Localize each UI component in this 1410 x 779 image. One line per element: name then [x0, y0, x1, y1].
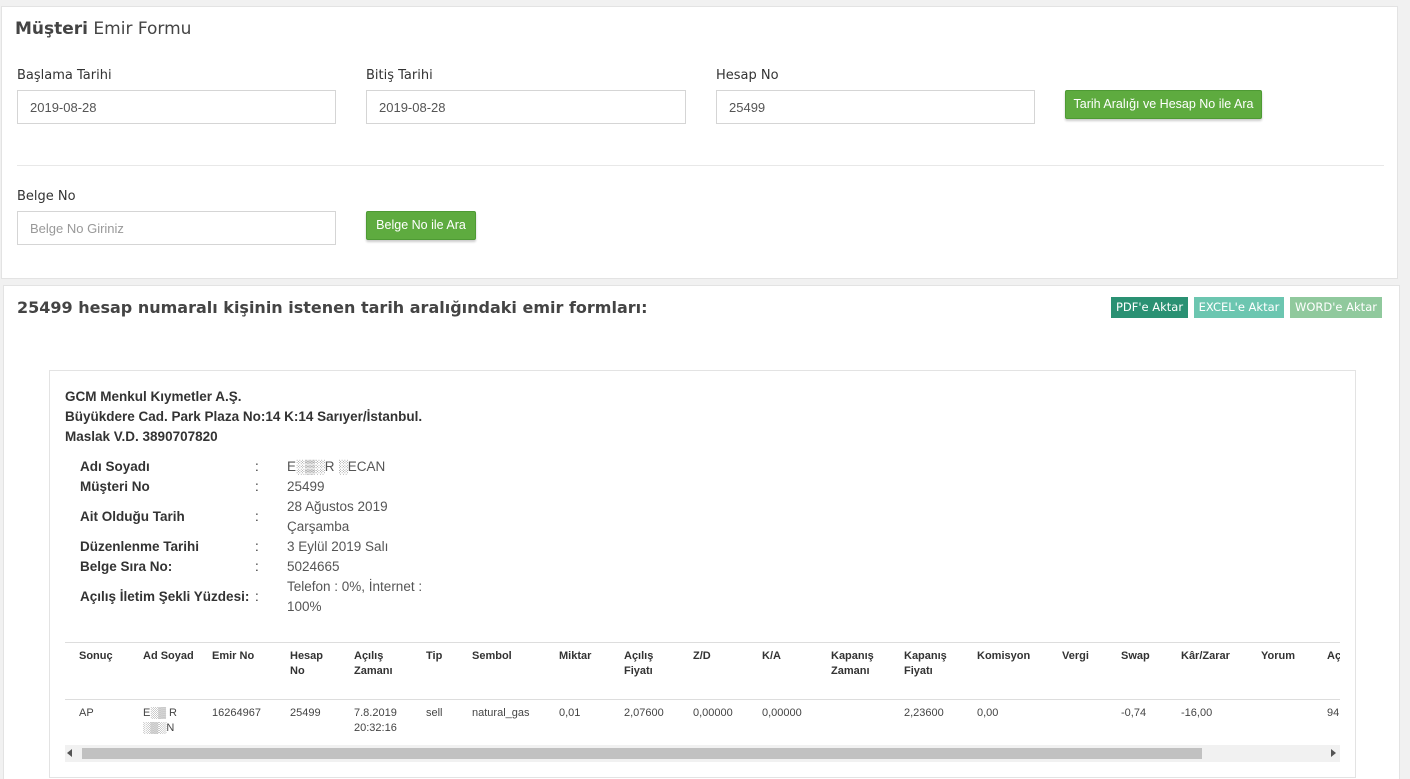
col-header: Hesap No — [276, 642, 340, 700]
end-date-input[interactable] — [366, 90, 686, 124]
order-form-document: GCM Menkul Kıymetler A.Ş. Büyükdere Cad.… — [49, 370, 1356, 778]
export-excel-button[interactable]: EXCEL'e Aktar — [1194, 297, 1284, 318]
col-header: K/A — [748, 642, 817, 700]
table-cell — [1048, 700, 1107, 744]
company-tax-office: Maslak V.D. 3890707820 — [65, 429, 218, 444]
scroll-right-arrow-icon[interactable] — [1331, 749, 1336, 757]
table-cell: 0,00 — [977, 707, 999, 719]
col-header: Kâr/Zarar — [1167, 642, 1247, 700]
table-cell: -16,00 — [1181, 707, 1213, 719]
col-header: Açılış Fiyatı — [610, 642, 679, 700]
table-cell: sell — [426, 707, 443, 719]
start-date-input[interactable] — [17, 90, 336, 124]
customer-no-value: 25499 — [287, 479, 325, 494]
table-cell: 25499 — [290, 707, 321, 719]
table-cell: 0,01 — [559, 707, 581, 719]
table-cell: 2,07600 — [624, 707, 664, 719]
date-value: 28 Ağustos 2019 Çarşamba — [287, 499, 388, 534]
table-cell — [1247, 700, 1313, 744]
results-title: 25499 hesap numaralı kişinin istenen tar… — [17, 298, 648, 317]
col-header: Komisyon — [963, 642, 1048, 700]
account-no-label: Hesap No — [716, 68, 779, 83]
info-row: Adı Soyadı: E░▒░R ░ECAN — [80, 457, 437, 477]
table-cell: AP — [79, 707, 94, 719]
info-row: Ait Olduğu Tarih:28 Ağustos 2019 Çarşamb… — [80, 497, 437, 537]
col-header: Tip — [412, 642, 458, 700]
doc-seq-value: 5024665 — [287, 559, 340, 574]
table-cell: natural_gas — [472, 707, 530, 719]
col-header: Açılış Zamanı — [340, 642, 412, 700]
form-divider — [17, 165, 1384, 166]
results-panel: 25499 hesap numaralı kişinin istenen tar… — [3, 285, 1400, 779]
info-row: Belge Sıra No::5024665 — [80, 557, 437, 577]
table-cell: 0,00000 — [693, 707, 733, 719]
table-cell: 16264967 — [212, 707, 261, 719]
col-header: Sembol — [458, 642, 545, 700]
account-no-input[interactable] — [716, 90, 1035, 124]
export-word-button[interactable]: WORD'e Aktar — [1290, 297, 1382, 318]
company-address: Büyükdere Cad. Park Plaza No:14 K:14 Sar… — [65, 409, 423, 424]
customer-name-value: E░▒░R ░ECAN — [287, 459, 386, 474]
table-row: AP E░▒ R ░▒░N 16264967 25499 7.8.2019 20… — [65, 700, 1340, 744]
table-cell: 2,23600 — [904, 707, 944, 719]
col-header: Kapanış Zamanı — [817, 642, 890, 700]
table-cell: 0,00000 — [762, 707, 802, 719]
doc-no-input[interactable] — [17, 211, 336, 245]
company-name: GCM Menkul Kıymetler A.Ş. — [65, 389, 242, 404]
page-title: Müşteri Emir Formu — [15, 19, 192, 39]
search-form-panel: Müşteri Emir Formu Başlama Tarihi Bitiş … — [1, 6, 1398, 279]
table-header-row: Sonuç Ad Soyad Emir No Hesap No Açılış Z… — [65, 642, 1340, 700]
export-pdf-button[interactable]: PDF'e Aktar — [1111, 297, 1188, 318]
col-header: Swap — [1107, 642, 1167, 700]
col-header: Z/D — [679, 642, 748, 700]
end-date-label: Bitiş Tarihi — [366, 68, 433, 83]
col-header: Sonuç — [65, 642, 129, 700]
scroll-thumb[interactable] — [82, 748, 1202, 759]
table-cell — [817, 700, 890, 744]
col-header: Emir No — [198, 642, 276, 700]
start-date-label: Başlama Tarihi — [17, 68, 112, 83]
orders-table: Sonuç Ad Soyad Emir No Hesap No Açılış Z… — [65, 642, 1340, 744]
table-cell: 94 — [1327, 707, 1340, 719]
info-row: Düzenlenme Tarihi:3 Eylül 2019 Salı — [80, 537, 437, 557]
info-row: Açılış İletim Şekli Yüzdesi:: Telefon : 0… — [80, 577, 437, 617]
issue-date-value: 3 Eylül 2019 Salı — [287, 539, 389, 554]
orders-table-scroll: Sonuç Ad Soyad Emir No Hesap No Açılış Z… — [65, 642, 1340, 760]
col-header: Miktar — [545, 642, 610, 700]
scroll-left-arrow-icon[interactable] — [67, 749, 72, 757]
search-by-date-account-button[interactable]: Tarih Aralığı ve Hesap No ile Ara — [1065, 90, 1262, 119]
col-header: Vergi — [1048, 642, 1107, 700]
horizontal-scrollbar[interactable] — [65, 745, 1340, 762]
col-header: Kapanış Fiyatı — [890, 642, 963, 700]
info-row: Müşteri No:25499 — [80, 477, 437, 497]
customer-info-table: Adı Soyadı: E░▒░R ░ECAN Müşteri No:25499 … — [80, 457, 437, 617]
table-cell: 7.8.2019 20:32:16 — [354, 707, 397, 734]
col-header: Ad Soyad — [129, 642, 198, 700]
col-header: Aç — [1313, 642, 1340, 700]
doc-no-label: Belge No — [17, 189, 76, 204]
company-info: GCM Menkul Kıymetler A.Ş. Büyükdere Cad.… — [65, 387, 422, 447]
table-cell: -0,74 — [1121, 707, 1147, 719]
search-by-doc-button[interactable]: Belge No ile Ara — [366, 211, 476, 240]
col-header: Yorum — [1247, 642, 1313, 700]
channel-share-value: Telefon : 0%, İnternet : 100% — [287, 579, 423, 614]
table-cell: E░▒ R ░▒░N — [143, 707, 177, 734]
